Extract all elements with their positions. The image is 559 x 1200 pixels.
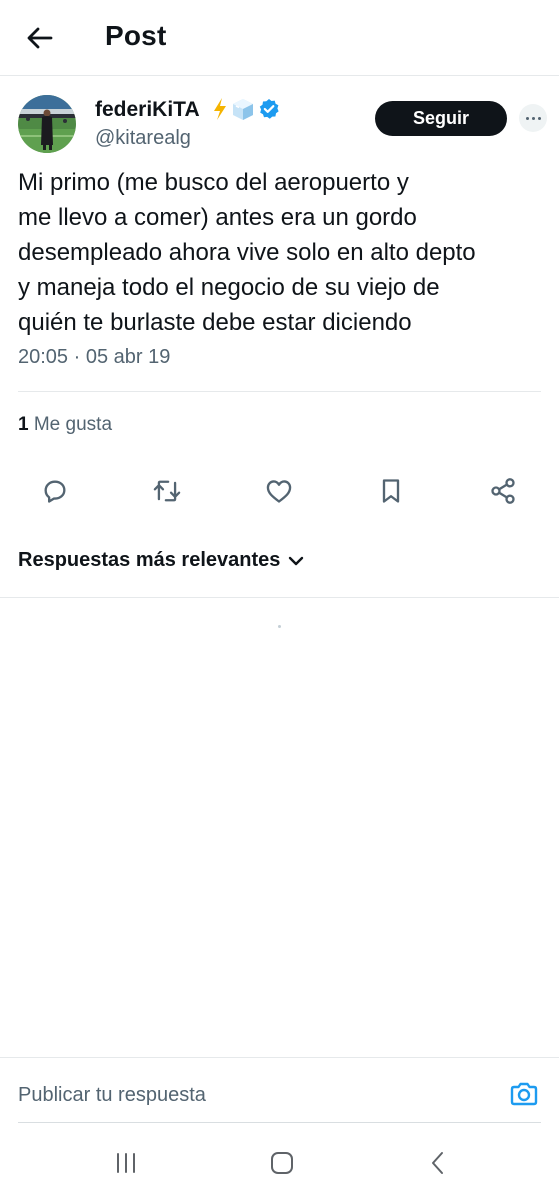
more-dot bbox=[525, 116, 529, 120]
author-badges bbox=[212, 97, 280, 121]
system-nav-bar bbox=[0, 1127, 559, 1200]
tweet-line: quién te burlaste debe estar diciendo bbox=[18, 309, 412, 336]
reply-button[interactable] bbox=[38, 474, 72, 508]
more-options-button[interactable] bbox=[519, 104, 547, 132]
more-dot bbox=[531, 116, 535, 120]
page-title: Post bbox=[105, 20, 167, 51]
ice-cube-emoji-icon bbox=[233, 99, 253, 120]
loading-indicator bbox=[278, 625, 281, 628]
recent-apps-button[interactable] bbox=[109, 1147, 143, 1179]
tweet-timestamp[interactable]: 20:05 · 05 abr 19 bbox=[18, 346, 170, 369]
home-icon bbox=[271, 1152, 293, 1174]
more-dot bbox=[537, 116, 541, 120]
back-button[interactable] bbox=[22, 20, 58, 56]
divider bbox=[18, 1122, 541, 1123]
back-icon bbox=[432, 1152, 443, 1174]
bookmark-button[interactable] bbox=[374, 474, 408, 508]
camera-button[interactable] bbox=[507, 1078, 541, 1110]
recent-apps-icon bbox=[117, 1153, 135, 1173]
tweet-line: desempleado ahora vive solo en alto dept… bbox=[18, 239, 476, 266]
share-button[interactable] bbox=[486, 474, 520, 508]
author-display-name[interactable]: federiKiTA bbox=[95, 98, 200, 122]
lightning-emoji-icon bbox=[214, 98, 226, 120]
share-icon bbox=[491, 478, 515, 504]
reply-input[interactable]: Publicar tu respuesta bbox=[18, 1084, 206, 1107]
tweet-line: Mi primo (me busco del aeropuerto y bbox=[18, 169, 409, 196]
likes-number: 1 bbox=[18, 414, 29, 435]
follow-button[interactable]: Seguir bbox=[375, 101, 507, 136]
verified-badge-icon bbox=[259, 99, 279, 119]
arrow-left-icon bbox=[27, 27, 53, 49]
replies-sort-label: Respuestas más relevantes bbox=[18, 549, 281, 571]
chevron-down-icon bbox=[289, 556, 304, 565]
retweet-icon bbox=[153, 480, 181, 502]
tweet-text: Mi primo (me busco del aeropuerto y me l… bbox=[18, 165, 548, 340]
author-handle[interactable]: @kitarealg bbox=[95, 127, 191, 150]
bookmark-icon bbox=[382, 479, 400, 503]
tweet-line: y maneja todo el negocio de su viejo de bbox=[18, 274, 440, 301]
camera-icon bbox=[510, 1082, 538, 1106]
likes-count[interactable]: 1 Me gusta bbox=[18, 414, 112, 436]
divider bbox=[0, 597, 559, 598]
tweet-line: me llevo a comer) antes era un gordo bbox=[18, 204, 417, 231]
divider bbox=[18, 391, 541, 392]
replies-sort-dropdown[interactable]: Respuestas más relevantes bbox=[18, 549, 304, 572]
like-button[interactable] bbox=[262, 474, 296, 508]
system-back-button[interactable] bbox=[421, 1147, 455, 1179]
avatar-image bbox=[18, 95, 76, 153]
home-button[interactable] bbox=[265, 1147, 299, 1179]
likes-label: Me gusta bbox=[33, 414, 113, 435]
avatar[interactable] bbox=[18, 95, 76, 153]
reply-icon bbox=[44, 480, 66, 503]
retweet-button[interactable] bbox=[150, 474, 184, 508]
like-icon bbox=[266, 480, 292, 503]
reply-composer: Publicar tu respuesta bbox=[0, 1057, 559, 1127]
top-bar: Post bbox=[0, 0, 559, 76]
